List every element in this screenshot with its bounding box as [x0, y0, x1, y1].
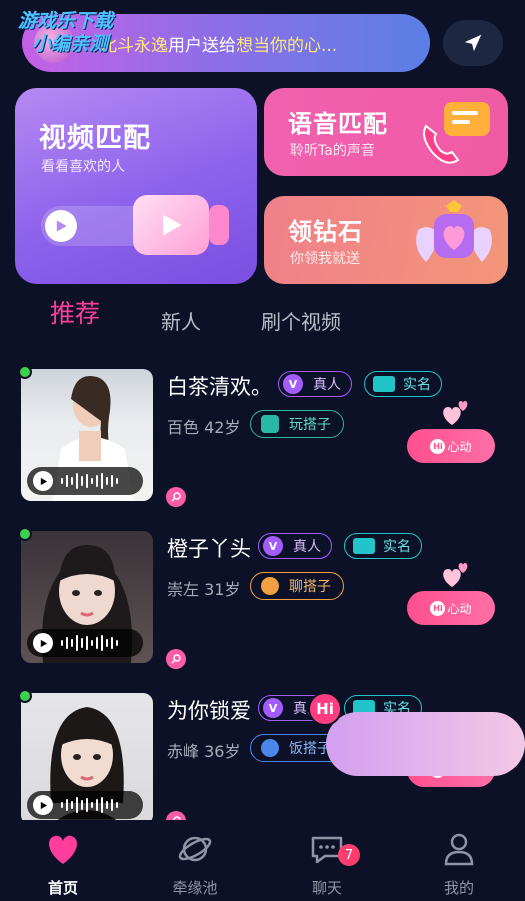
- real-person-badge: V 真人: [278, 371, 352, 397]
- marquee-middle: 用户送给: [168, 35, 236, 56]
- online-status-dot: [18, 527, 32, 541]
- real-person-label: 真人: [313, 377, 341, 393]
- id-card-icon: [353, 538, 375, 554]
- watermark: 游戏乐下载 小编亲测: [18, 10, 113, 56]
- tab-match-pool[interactable]: 牵缘池: [145, 820, 245, 901]
- fork-knife-icon: [261, 739, 279, 757]
- user-photo[interactable]: [21, 531, 153, 663]
- hobby-label: 饭搭子: [289, 741, 331, 757]
- tab-profile[interactable]: 我的: [409, 820, 509, 901]
- tab-recommend[interactable]: 推荐: [50, 294, 100, 330]
- online-status-dot: [18, 689, 32, 703]
- tab-chat-label: 聊天: [311, 879, 342, 897]
- diamond-card[interactable]: 领钻石 你领我就送: [264, 196, 508, 284]
- camera-lens-shape: [209, 205, 229, 245]
- verified-v-icon: V: [283, 374, 303, 394]
- user-name: 橙子丫头: [167, 537, 251, 561]
- video-camera-icon: [133, 195, 209, 255]
- user-photo[interactable]: [21, 369, 153, 501]
- tab-home[interactable]: 首页: [13, 820, 113, 901]
- heart-icon: [49, 835, 77, 864]
- online-status-dot: [18, 365, 32, 379]
- hi-bubble-icon[interactable]: Hi: [308, 692, 342, 726]
- waveform-icon: [61, 635, 118, 651]
- user-location-age: 百色 42岁: [167, 418, 241, 437]
- verified-v-icon: V: [263, 698, 283, 718]
- play-icon: [45, 210, 77, 242]
- feed-tabs: 推荐 新人 刷个视频: [0, 298, 525, 342]
- like-button[interactable]: Hi心动: [407, 591, 495, 625]
- marquee-text: 北斗永逸用户送给想当你的心...: [100, 31, 337, 56]
- diamond-subtitle: 你领我就送: [290, 251, 360, 267]
- search-icon[interactable]: [166, 649, 186, 669]
- tab-profile-label: 我的: [443, 879, 474, 897]
- play-icon: [33, 633, 53, 653]
- tab-chat[interactable]: 聊天: [277, 820, 377, 901]
- real-name-badge: 实名: [364, 371, 442, 397]
- hobby-label: 聊搭子: [289, 579, 331, 595]
- tab-watch-videos[interactable]: 刷个视频: [261, 306, 341, 335]
- voice-intro-player[interactable]: [27, 629, 143, 657]
- play-icon: [33, 471, 53, 491]
- voice-match-subtitle: 聆听Ta的声音: [290, 143, 375, 159]
- play-icon: [33, 795, 53, 815]
- winged-heart-icon: [416, 200, 492, 262]
- floating-hearts-icon: [443, 563, 468, 587]
- like-button[interactable]: Hi心动: [407, 429, 495, 463]
- hobby-label: 玩搭子: [289, 417, 331, 433]
- video-match-card[interactable]: 视频匹配 看看喜欢的人: [15, 88, 257, 284]
- real-name-label: 实名: [383, 539, 411, 555]
- hi-icon: Hi: [430, 438, 446, 454]
- tab-home-label: 首页: [47, 879, 78, 897]
- real-person-label: 真人: [293, 539, 321, 555]
- watermark-line2: 小编亲测: [32, 33, 109, 55]
- user-card[interactable]: 白茶清欢。 V 真人 实名 百色 42岁 玩搭子 Hi 心动: [0, 365, 525, 531]
- watermark-line1: 游戏乐下载: [18, 10, 114, 32]
- hobby-tag: 玩搭子: [250, 410, 344, 438]
- chat-smile-icon: [261, 577, 279, 595]
- bottom-tab-bar: 首页 牵缘池 聊天 我的: [0, 820, 525, 901]
- hobby-tag: 聊搭子: [250, 572, 344, 600]
- like-label: 心动: [447, 439, 472, 454]
- waveform-icon: [61, 473, 118, 489]
- location-arrow-icon: [464, 34, 482, 52]
- voice-match-title: 语音匹配: [288, 110, 388, 138]
- profile-icon: [444, 833, 474, 866]
- id-card-icon: [373, 376, 395, 392]
- like-label: 心动: [447, 601, 472, 616]
- chat-bubble-icon: [261, 415, 279, 433]
- voice-match-card[interactable]: 语音匹配 聆听Ta的声音: [264, 88, 508, 176]
- tab-new-people[interactable]: 新人: [161, 306, 201, 335]
- user-location-age: 崇左 31岁: [167, 580, 241, 599]
- real-name-badge: 实名: [344, 533, 422, 559]
- unread-count-badge: 7: [338, 844, 360, 866]
- waveform-icon: [61, 797, 118, 813]
- search-icon[interactable]: [166, 487, 186, 507]
- video-match-title: 视频匹配: [39, 123, 151, 154]
- user-photo[interactable]: [21, 693, 153, 825]
- video-match-subtitle: 看看喜欢的人: [41, 159, 125, 175]
- floating-hi-panel[interactable]: [326, 712, 525, 776]
- planet-icon: [178, 836, 212, 862]
- location-button[interactable]: [443, 20, 503, 66]
- tab-match-pool-label: 牵缘池: [172, 879, 218, 897]
- diamond-title: 领钻石: [288, 218, 363, 246]
- user-card[interactable]: 橙子丫头 V 真人 实名 崇左 31岁 聊搭子 Hi 心动: [0, 527, 525, 693]
- verified-v-icon: V: [263, 536, 283, 556]
- voice-intro-player[interactable]: [27, 791, 143, 819]
- voice-intro-player[interactable]: [27, 467, 143, 495]
- user-location-age: 赤峰 36岁: [167, 742, 241, 761]
- phone-message-icon: [423, 102, 490, 164]
- marquee-gift: 想当你的心...: [236, 35, 338, 56]
- floating-hearts-icon: [443, 401, 468, 425]
- real-person-badge: V 真人: [258, 533, 332, 559]
- user-name: 为你锁爱: [167, 699, 251, 723]
- user-name: 白茶清欢。: [167, 375, 272, 399]
- hi-icon: Hi: [430, 600, 446, 616]
- real-name-label: 实名: [403, 377, 431, 393]
